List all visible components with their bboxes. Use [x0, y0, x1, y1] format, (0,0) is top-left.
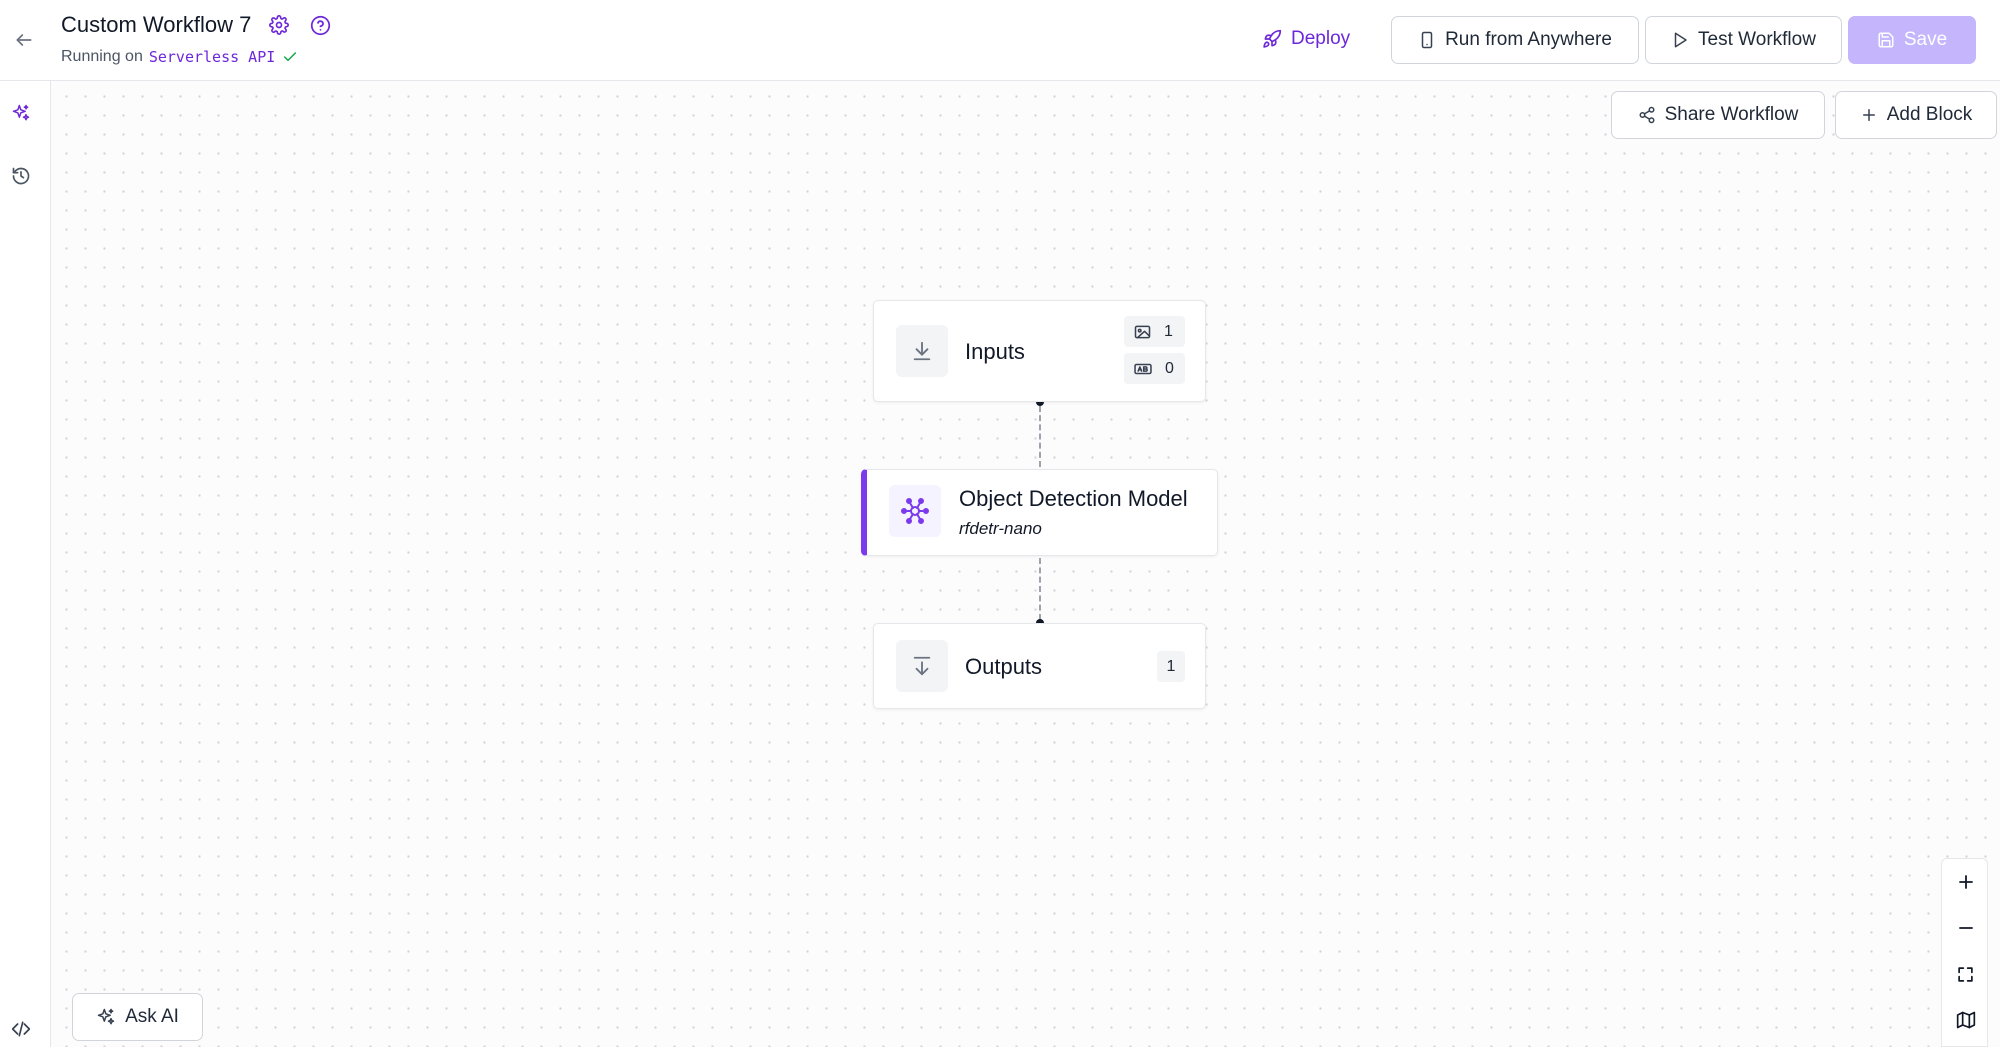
question-circle-icon [310, 15, 330, 35]
running-prefix: Running on [61, 48, 143, 65]
zoom-out-button[interactable] [1942, 905, 1989, 951]
deploy-label: Deploy [1291, 28, 1351, 49]
running-target[interactable]: Serverless API [149, 48, 275, 66]
settings-button[interactable] [268, 14, 290, 36]
test-workflow-button[interactable]: Test Workflow [1645, 16, 1842, 64]
floppy-icon [1878, 32, 1894, 48]
model-node-title: Object Detection Model [959, 486, 1188, 511]
object-detection-node[interactable]: Object Detection Model rfdetr-nano [861, 469, 1218, 556]
test-label: Test Workflow [1698, 29, 1816, 50]
left-sidebar [0, 81, 51, 1047]
map-icon [1956, 1011, 1975, 1029]
history-button[interactable] [8, 163, 34, 189]
minus-icon [1958, 927, 1973, 929]
run-from-anywhere-button[interactable]: Run from Anywhere [1391, 16, 1639, 64]
top-bar: Custom Workflow 7 Running on Serverless … [0, 0, 2000, 81]
check-icon [282, 49, 298, 65]
image-icon [1134, 325, 1151, 338]
add-block-label: Add Block [1886, 104, 1973, 125]
download-icon [896, 325, 948, 377]
share-icon [1639, 106, 1655, 124]
history-icon [12, 167, 30, 185]
fit-view-button[interactable] [1942, 951, 1989, 997]
help-button[interactable] [309, 14, 331, 36]
image-input-count: 1 [1164, 322, 1173, 340]
outputs-node-title: Outputs [965, 654, 1043, 679]
fit-view-icon [1958, 966, 1973, 982]
image-input-badge: 1 [1124, 316, 1185, 347]
gear-icon [269, 15, 290, 35]
sparkles-icon [12, 104, 30, 121]
model-node-subtitle: rfdetr-nano [959, 519, 1042, 538]
save-label: Save [1903, 29, 1948, 50]
title-row: Custom Workflow 7 [61, 12, 331, 38]
play-icon [1674, 32, 1687, 48]
save-button[interactable]: Save [1848, 16, 1976, 64]
plus-icon [1958, 875, 1973, 889]
zoom-controls [1941, 858, 1988, 1047]
ask-ai-label: Ask AI [125, 1006, 179, 1027]
outputs-count: 1 [1166, 657, 1176, 675]
param-input-count: 0 [1165, 359, 1174, 377]
outputs-node[interactable]: Outputs 1 [873, 623, 1206, 709]
share-workflow-button[interactable]: Share Workflow [1611, 91, 1825, 139]
ai-assist-button[interactable] [8, 100, 34, 126]
code-view-button[interactable] [8, 1016, 34, 1042]
workflow-title[interactable]: Custom Workflow 7 [61, 12, 251, 38]
workflow-canvas[interactable] [51, 81, 2000, 1047]
rocket-icon [1263, 29, 1282, 48]
arrow-left-icon [16, 34, 32, 46]
param-input-badge: 0 [1124, 353, 1185, 384]
add-block-button[interactable]: Add Block [1835, 91, 1997, 139]
minimap-button[interactable] [1942, 997, 1989, 1043]
running-status: Running on Serverless API [61, 48, 298, 66]
ask-ai-button[interactable]: Ask AI [72, 993, 203, 1041]
code-icon [11, 1021, 31, 1037]
inputs-node[interactable]: Inputs 1 0 [873, 300, 1206, 402]
back-button[interactable] [10, 26, 38, 54]
outputs-count-badge: 1 [1157, 651, 1185, 682]
text-field-icon [1134, 363, 1152, 374]
edge-inputs-model [1039, 406, 1041, 467]
plus-icon [1862, 109, 1875, 121]
phone-icon [1421, 31, 1433, 49]
share-label: Share Workflow [1664, 104, 1799, 125]
sparkles-icon [97, 1008, 115, 1025]
model-network-icon [889, 485, 941, 537]
deploy-button[interactable]: Deploy [1262, 19, 1350, 59]
export-icon [896, 640, 948, 692]
zoom-in-button[interactable] [1942, 859, 1989, 905]
run-label: Run from Anywhere [1445, 29, 1612, 50]
edge-model-outputs [1039, 558, 1041, 620]
inputs-node-title: Inputs [965, 339, 1025, 364]
